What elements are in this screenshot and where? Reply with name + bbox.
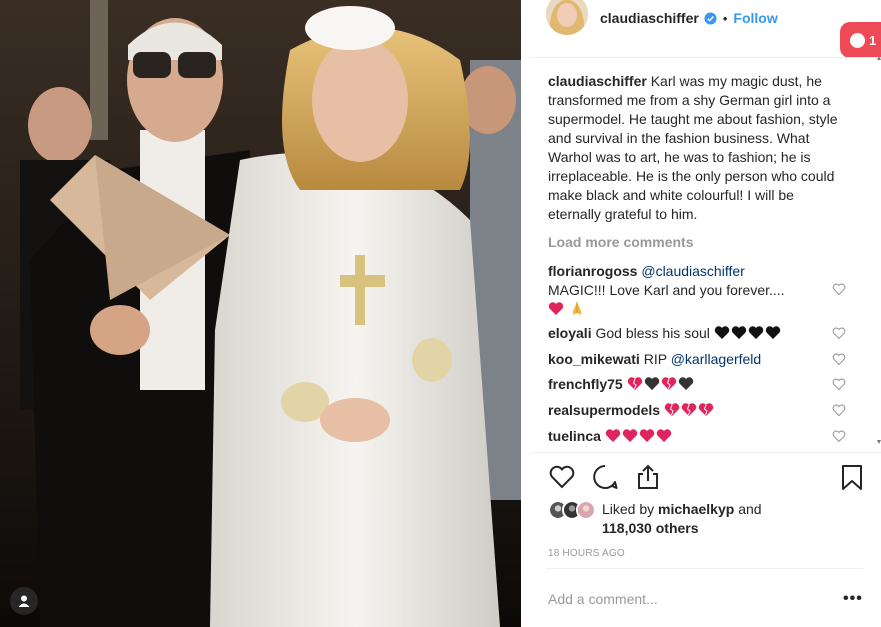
red-heart-emoji-icon bbox=[605, 429, 620, 442]
comment-mention[interactable]: @claudiaschiffer bbox=[641, 263, 744, 279]
post-caption: claudiaschiffer Karl was my magic dust, … bbox=[548, 72, 848, 224]
avatar[interactable] bbox=[546, 0, 588, 35]
comment-like-heart-icon[interactable] bbox=[832, 403, 846, 417]
comments-divider bbox=[530, 452, 881, 453]
red-heart-emoji-icon bbox=[656, 429, 671, 442]
comment-item: frenchfly75 bbox=[548, 375, 838, 394]
load-more-comments-button[interactable]: Load more comments bbox=[548, 234, 693, 250]
broken-heart-emoji-icon bbox=[627, 377, 642, 390]
header-divider bbox=[530, 57, 881, 58]
comment-username[interactable]: tuelinca bbox=[548, 428, 601, 444]
comment-username[interactable]: florianrogoss bbox=[548, 263, 637, 279]
broken-heart-emoji-icon bbox=[698, 403, 714, 416]
folded-hands-emoji-icon bbox=[572, 302, 581, 315]
caption-username[interactable]: claudiaschiffer bbox=[548, 73, 647, 89]
comment-item: koo_mikewati RIP @karllagerfeld bbox=[548, 350, 838, 369]
comment-username[interactable]: eloyali bbox=[548, 325, 592, 341]
black-heart-emoji-icon bbox=[731, 326, 746, 339]
user-tag-icon bbox=[18, 595, 30, 607]
notification-icon bbox=[850, 32, 865, 48]
heart-icon[interactable] bbox=[548, 463, 576, 491]
post-timestamp[interactable]: 18 HOURS AGO bbox=[548, 548, 625, 559]
bookmark-icon[interactable] bbox=[838, 463, 866, 491]
comment-like-heart-icon[interactable] bbox=[832, 377, 846, 391]
avatar-image bbox=[546, 0, 588, 35]
notification-badge[interactable]: 1 bbox=[840, 22, 881, 58]
photo-illustration bbox=[0, 0, 521, 627]
username[interactable]: claudiaschiffer bbox=[600, 10, 699, 26]
post-header: claudiaschiffer • Follow bbox=[546, 0, 778, 36]
comment-username[interactable]: realsupermodels bbox=[548, 402, 660, 418]
black-heart-emoji-icon bbox=[644, 377, 659, 390]
comment-like-heart-icon[interactable] bbox=[832, 429, 846, 443]
comment-item: eloyali God bless his soul bbox=[548, 324, 838, 343]
likes-text: Liked by michaelkyp and 118,030 others bbox=[602, 500, 862, 538]
comment-icon[interactable] bbox=[591, 463, 619, 491]
likes-prefix: Liked by bbox=[602, 501, 655, 517]
comment-text: RIP bbox=[643, 351, 667, 367]
separator-dot: • bbox=[722, 10, 728, 26]
footer-divider bbox=[546, 568, 863, 569]
comment-like-heart-icon[interactable] bbox=[832, 282, 846, 296]
red-heart-emoji-icon bbox=[622, 429, 637, 442]
broken-heart-emoji-icon bbox=[661, 377, 676, 390]
red-heart-emoji-icon bbox=[548, 302, 564, 315]
black-heart-emoji-icon bbox=[678, 377, 693, 390]
likes-user[interactable]: michaelkyp bbox=[658, 501, 734, 517]
user-tag-button[interactable] bbox=[10, 587, 38, 615]
more-options-button[interactable]: ••• bbox=[843, 590, 863, 608]
comment-item: tuelinca bbox=[548, 427, 838, 446]
broken-heart-emoji-icon bbox=[664, 403, 680, 416]
follow-button[interactable]: Follow bbox=[733, 10, 777, 26]
likes-count[interactable]: 118,030 others bbox=[602, 520, 699, 536]
comment-like-heart-icon[interactable] bbox=[832, 326, 846, 340]
verified-icon bbox=[704, 11, 717, 25]
notification-count: 1 bbox=[869, 32, 877, 48]
share-icon[interactable] bbox=[634, 463, 662, 491]
add-comment-input[interactable]: Add a comment... bbox=[548, 591, 658, 607]
broken-heart-emoji-icon bbox=[681, 403, 697, 416]
likes-summary: Liked by michaelkyp and 118,030 others bbox=[548, 500, 862, 538]
comment-username[interactable]: frenchfly75 bbox=[548, 376, 623, 392]
post-photo[interactable] bbox=[0, 0, 521, 627]
comments-scrollbar[interactable] bbox=[877, 56, 881, 456]
comment-text: God bless his soul bbox=[595, 325, 710, 341]
red-heart-emoji-icon bbox=[639, 429, 654, 442]
black-heart-emoji-icon bbox=[714, 326, 729, 339]
liker-avatar[interactable] bbox=[576, 500, 596, 520]
comment-text: MAGIC!!! Love Karl and you forever.... bbox=[548, 282, 785, 298]
comment-item: realsupermodels bbox=[548, 401, 838, 420]
comment-item: florianrogoss @claudiaschiffer MAGIC!!! … bbox=[548, 262, 838, 319]
comment-username[interactable]: koo_mikewati bbox=[548, 351, 640, 367]
black-heart-emoji-icon bbox=[748, 326, 763, 339]
comment-mention[interactable]: @karllagerfeld bbox=[671, 351, 761, 367]
black-heart-emoji-icon bbox=[765, 326, 780, 339]
caption-text: Karl was my magic dust, he transformed m… bbox=[548, 73, 838, 222]
comment-like-heart-icon[interactable] bbox=[832, 352, 846, 366]
likes-and: and bbox=[738, 501, 762, 517]
